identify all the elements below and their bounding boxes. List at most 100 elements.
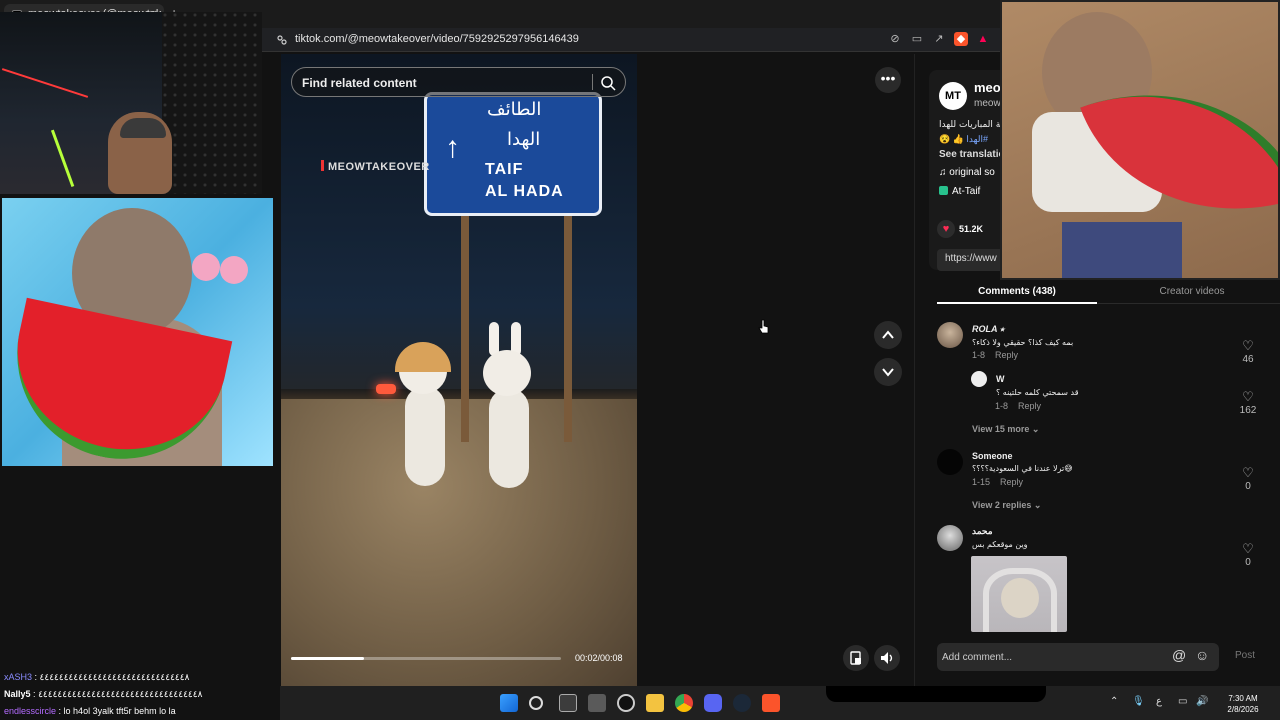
location-link[interactable]: At-Taif: [939, 186, 980, 197]
brave-icon[interactable]: [762, 694, 780, 712]
start-icon[interactable]: [500, 694, 518, 712]
url-text[interactable]: tiktok.com/@meowtakeover/video/759292529…: [295, 33, 579, 45]
language-indicator[interactable]: ع: [1156, 696, 1162, 707]
tray-chevron-icon[interactable]: ⌃: [1110, 696, 1118, 707]
store-icon[interactable]: [588, 694, 606, 712]
pip-icon: [850, 651, 861, 665]
view-more-replies-button[interactable]: View 15 more ⌄: [972, 424, 1039, 435]
car-light: [376, 384, 396, 394]
comment-text: ترلا عندنا في السعودية؟؟؟؟😅: [972, 464, 1073, 473]
chat-message: : lo h4ol 3yalk tft5r behm lo la: [58, 706, 176, 716]
reader-off-icon[interactable]: ⊘: [888, 32, 902, 46]
creator-handle[interactable]: meow: [974, 98, 1001, 109]
more-options-button[interactable]: •••: [875, 67, 901, 93]
comment-like-count: 0: [1245, 481, 1251, 492]
comment-avatar[interactable]: [971, 371, 987, 387]
comment-text: قد سمحتي كلمه حلتينه ؟: [996, 388, 1079, 397]
comment-author[interactable]: محمد: [972, 526, 993, 537]
chat-line: xASH3 : ٤٤٤٤٤٤٤٤٤٤٤٤٤٤٤٤٤٤٤٤٤٤٤٤٤٤٤٤٤٤٨: [4, 672, 189, 683]
emoji-icon[interactable]: ☺: [1195, 647, 1209, 663]
mention-icon[interactable]: @: [1172, 647, 1186, 663]
comment-meta: 1-15 Reply: [972, 477, 1023, 487]
site-settings-icon[interactable]: [276, 34, 288, 46]
comment-author[interactable]: Someone: [972, 451, 1013, 461]
windows-taskbar: ⌃ 🎙 ع ▭ 🔊 7:30 AM 2/8/2026: [280, 686, 1280, 720]
comment-like-button[interactable]: ♡ 0: [1236, 541, 1260, 568]
creator-name[interactable]: meo: [974, 80, 1001, 95]
related-search-box[interactable]: [291, 67, 626, 97]
see-translation-link[interactable]: See translatio: [939, 149, 1005, 160]
brave-shields-icon[interactable]: ◆: [954, 32, 968, 46]
chat-message: : ٤٤٤٤٤٤٤٤٤٤٤٤٤٤٤٤٤٤٤٤٤٤٤٤٤٤٤٤٤٤٨: [34, 672, 190, 682]
chevron-down-icon: ⌄: [1031, 424, 1040, 434]
cat-figure-bunny: [481, 322, 533, 490]
share-icon[interactable]: ↗: [932, 32, 946, 46]
reply-button[interactable]: Reply: [1018, 401, 1041, 411]
heart-outline-icon: ♡: [1242, 389, 1254, 404]
location-name: At-Taif: [952, 186, 981, 197]
chrome-icon[interactable]: [675, 694, 693, 712]
like-button[interactable]: ♥ 51.2K: [937, 220, 983, 238]
chat-user: endlesscircle: [4, 706, 57, 716]
creator-avatar[interactable]: MT: [939, 82, 967, 110]
sign-arabic-line1: الطائف: [487, 99, 542, 120]
view-replies-button[interactable]: View 2 replies ⌄: [972, 500, 1041, 511]
reply-button[interactable]: Reply: [995, 350, 1018, 360]
steam-icon[interactable]: [733, 694, 751, 712]
post-button[interactable]: Post: [1235, 650, 1255, 661]
comment-like-button[interactable]: ♡ 0: [1236, 465, 1260, 492]
video-progress-fill: [291, 657, 364, 660]
cat-figure-hooded: [395, 342, 451, 488]
comment-like-count: 162: [1239, 405, 1257, 416]
comment-meta: 1-8 Reply: [995, 401, 1041, 411]
active-tab-indicator: [937, 302, 1097, 304]
comment-text: وين موقعكم بس: [972, 540, 1028, 549]
comment-avatar[interactable]: [937, 525, 963, 551]
brave-rewards-icon[interactable]: ▲: [976, 32, 990, 46]
discord-icon[interactable]: [704, 694, 722, 712]
add-comment-input[interactable]: [942, 648, 1162, 666]
comment-author[interactable]: ROLA ⭑: [972, 324, 1005, 335]
taskbar-clock[interactable]: 7:30 AM 2/8/2026: [1218, 693, 1268, 715]
comment-date: 1-8: [995, 401, 1009, 411]
sound-name: original so: [949, 167, 995, 178]
next-video-button[interactable]: [874, 358, 902, 386]
task-view-icon[interactable]: [559, 694, 577, 712]
comment-like-button[interactable]: ♡ 46: [1236, 338, 1260, 365]
sound-link[interactable]: ♫ original so: [939, 167, 995, 178]
road-sign: الطائف الهدا ↑ TAIF AL HADA: [424, 92, 602, 216]
tab-comments[interactable]: Comments (438): [937, 286, 1097, 297]
up-arrow-icon: ↑: [445, 131, 460, 164]
heart-outline-icon: ♡: [1242, 541, 1254, 556]
streamer-webcam: [0, 12, 262, 194]
clock-time: 7:30 AM: [1228, 694, 1258, 703]
network-icon[interactable]: ▭: [1178, 696, 1187, 707]
search-icon[interactable]: [598, 73, 618, 93]
speaker-icon[interactable]: 🔊: [1196, 696, 1208, 707]
tab-screen-icon[interactable]: ▭: [910, 32, 924, 46]
comment-avatar[interactable]: [937, 322, 963, 348]
reply-button[interactable]: Reply: [1000, 477, 1023, 487]
sign-english-line1: TAIF: [485, 161, 524, 178]
microphone-icon[interactable]: 🎙: [1132, 696, 1145, 707]
address-bar[interactable]: tiktok.com/@meowtakeover/video/759292529…: [262, 28, 1002, 52]
comment-author[interactable]: W: [996, 374, 1005, 384]
comment-avatar[interactable]: [937, 449, 963, 475]
search-icon[interactable]: [529, 696, 543, 710]
previous-video-button[interactable]: [874, 321, 902, 349]
video-progress-bar[interactable]: [291, 657, 561, 660]
comment-like-count: 46: [1242, 354, 1254, 365]
video-ground: [281, 399, 637, 686]
hashtag-link[interactable]: الهدا#: [966, 134, 988, 144]
video-player[interactable]: الطائف الهدا ↑ TAIF AL HADA MEOWTAKEOVER: [281, 54, 637, 686]
tab-creator-videos[interactable]: Creator videos: [1117, 286, 1267, 297]
related-search-input[interactable]: [302, 74, 582, 92]
volume-button[interactable]: [874, 645, 900, 671]
file-explorer-icon[interactable]: [646, 694, 664, 712]
more-icon: •••: [880, 70, 896, 86]
view-replies-label: View 2 replies: [972, 500, 1032, 510]
obs-icon[interactable]: [617, 694, 635, 712]
comment-like-button[interactable]: ♡ 162: [1236, 389, 1260, 416]
add-comment-box[interactable]: @ ☺: [937, 643, 1219, 671]
picture-in-picture-button[interactable]: [843, 645, 869, 671]
